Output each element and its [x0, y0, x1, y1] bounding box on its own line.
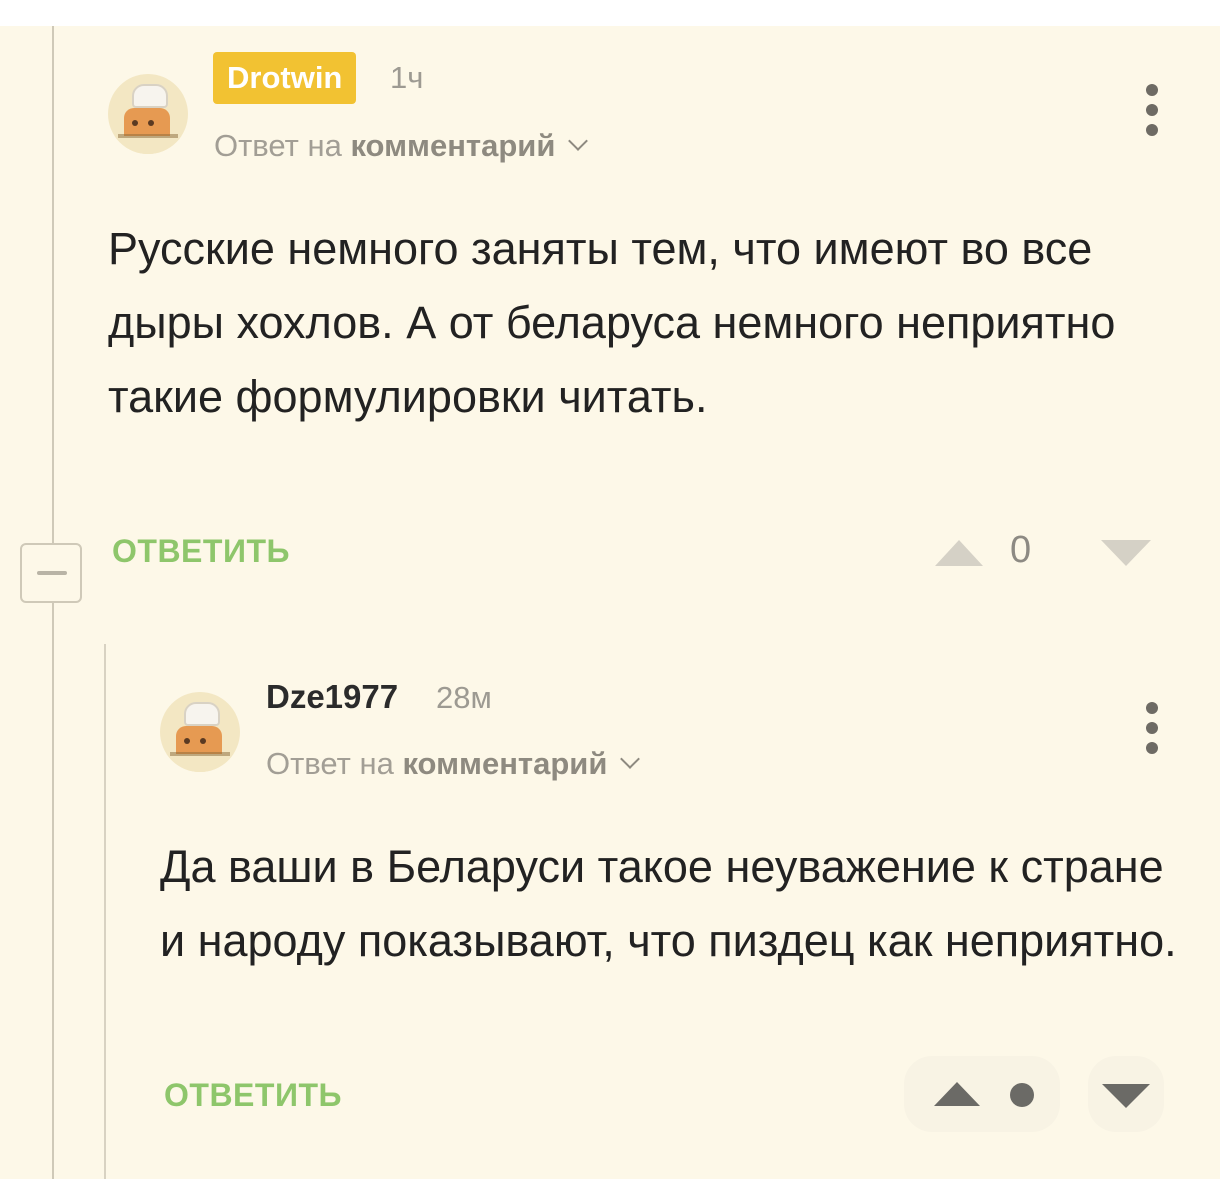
vote-controls — [904, 1056, 1060, 1132]
reply-to-comment-link[interactable]: комментарий — [402, 746, 607, 781]
comment-body: Русские немного заняты тем, что имеют во… — [108, 223, 1116, 422]
comment-body: Да ваши в Беларуси такое неуважение к ст… — [160, 841, 1177, 966]
reply-to-comment-link[interactable]: комментарий — [350, 128, 555, 163]
score-hidden-dot — [1010, 1083, 1034, 1107]
downvote-icon[interactable] — [1101, 540, 1151, 566]
user-avatar[interactable] — [108, 74, 188, 154]
chevron-down-icon — [620, 749, 641, 769]
author-name[interactable]: Drotwin — [213, 52, 357, 104]
upvote-icon[interactable] — [934, 1082, 980, 1106]
chevron-down-icon — [568, 131, 589, 151]
thread-line — [104, 644, 106, 1179]
reply-button[interactable]: ОТВЕТИТЬ — [164, 1077, 342, 1114]
reply-to-link[interactable]: Ответ на комментарий — [214, 128, 589, 164]
downvote-pill[interactable] — [1088, 1056, 1164, 1132]
upvote-icon[interactable] — [935, 540, 983, 566]
chef-hat-icon — [184, 702, 220, 726]
comment-time: 28м — [436, 680, 492, 715]
comment-score: 0 — [1010, 529, 1032, 571]
downvote-icon[interactable] — [1102, 1084, 1150, 1108]
reply-to-link[interactable]: Ответ на комментарий — [266, 746, 641, 782]
collapse-thread-button[interactable] — [20, 543, 82, 603]
comment-time: 1ч — [390, 60, 424, 95]
minus-icon — [37, 571, 67, 575]
chef-hat-icon — [132, 84, 168, 108]
reply-button[interactable]: ОТВЕТИТЬ — [112, 533, 290, 570]
author-name[interactable]: Dze1977 — [266, 678, 398, 716]
user-avatar[interactable] — [160, 692, 240, 772]
more-options-button[interactable] — [1142, 702, 1162, 758]
reply-to-prefix: Ответ на — [266, 746, 394, 781]
comments-page: Drotwin 1ч Ответ на комментарий Русские … — [0, 26, 1220, 1179]
more-options-button[interactable] — [1142, 84, 1162, 140]
reply-to-prefix: Ответ на — [214, 128, 342, 163]
